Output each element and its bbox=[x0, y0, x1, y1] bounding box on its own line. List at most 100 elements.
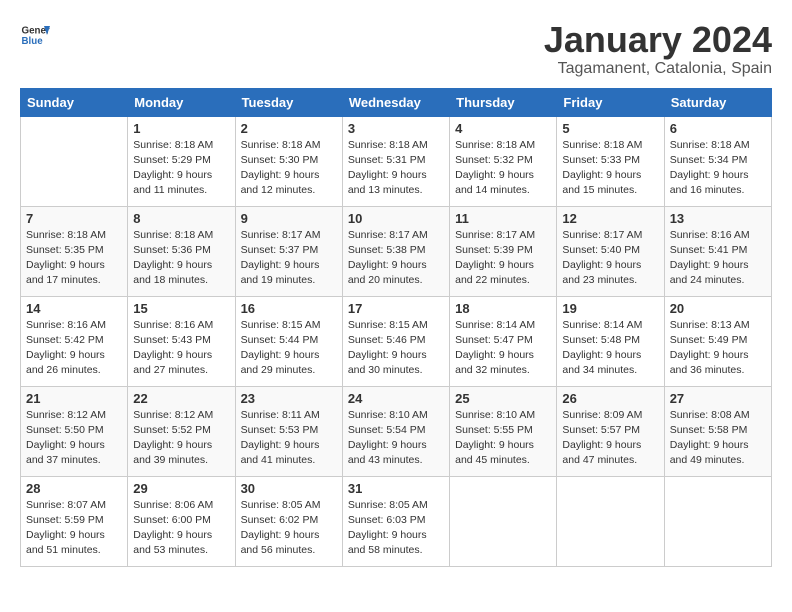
calendar-cell: 19 Sunrise: 8:14 AM Sunset: 5:48 PM Dayli… bbox=[557, 296, 664, 386]
day-info: Sunrise: 8:15 AM Sunset: 5:46 PM Dayligh… bbox=[348, 318, 444, 379]
day-number: 17 bbox=[348, 301, 444, 316]
calendar-cell: 23 Sunrise: 8:11 AM Sunset: 5:53 PM Dayli… bbox=[235, 386, 342, 476]
day-number: 18 bbox=[455, 301, 551, 316]
day-number: 2 bbox=[241, 121, 337, 136]
calendar-week-2: 7 Sunrise: 8:18 AM Sunset: 5:35 PM Daylig… bbox=[21, 206, 772, 296]
calendar-week-1: 1 Sunrise: 8:18 AM Sunset: 5:29 PM Daylig… bbox=[21, 116, 772, 206]
calendar-cell: 4 Sunrise: 8:18 AM Sunset: 5:32 PM Daylig… bbox=[450, 116, 557, 206]
day-number: 6 bbox=[670, 121, 766, 136]
calendar-header-row: SundayMondayTuesdayWednesdayThursdayFrid… bbox=[21, 88, 772, 116]
calendar-cell: 14 Sunrise: 8:16 AM Sunset: 5:42 PM Dayli… bbox=[21, 296, 128, 386]
day-number: 7 bbox=[26, 211, 122, 226]
calendar-cell: 3 Sunrise: 8:18 AM Sunset: 5:31 PM Daylig… bbox=[342, 116, 449, 206]
day-info: Sunrise: 8:18 AM Sunset: 5:31 PM Dayligh… bbox=[348, 138, 444, 199]
calendar-cell: 18 Sunrise: 8:14 AM Sunset: 5:47 PM Dayli… bbox=[450, 296, 557, 386]
calendar-cell: 26Sunrise: 8:09 AM Sunset: 5:57 PM Dayli… bbox=[557, 386, 664, 476]
page-header: General Blue January 2024 Tagamanent, Ca… bbox=[20, 20, 772, 78]
calendar-cell: 16 Sunrise: 8:15 AM Sunset: 5:44 PM Dayli… bbox=[235, 296, 342, 386]
day-info: Sunrise: 8:06 AM Sunset: 6:00 PM Dayligh… bbox=[133, 498, 229, 559]
day-info: Sunrise: 8:18 AM Sunset: 5:36 PM Dayligh… bbox=[133, 228, 229, 289]
calendar-cell: 20 Sunrise: 8:13 AM Sunset: 5:49 PM Dayli… bbox=[664, 296, 771, 386]
day-number: 10 bbox=[348, 211, 444, 226]
day-info: Sunrise: 8:18 AM Sunset: 5:29 PM Dayligh… bbox=[133, 138, 229, 199]
day-info: Sunrise: 8:17 AM Sunset: 5:38 PM Dayligh… bbox=[348, 228, 444, 289]
calendar-cell: 28Sunrise: 8:07 AM Sunset: 5:59 PM Dayli… bbox=[21, 476, 128, 566]
calendar-cell bbox=[557, 476, 664, 566]
day-info: Sunrise: 8:14 AM Sunset: 5:47 PM Dayligh… bbox=[455, 318, 551, 379]
header-friday: Friday bbox=[557, 88, 664, 116]
calendar-cell: 6 Sunrise: 8:18 AM Sunset: 5:34 PM Daylig… bbox=[664, 116, 771, 206]
calendar-cell: 17 Sunrise: 8:15 AM Sunset: 5:46 PM Dayli… bbox=[342, 296, 449, 386]
day-number: 14 bbox=[26, 301, 122, 316]
day-info: Sunrise: 8:16 AM Sunset: 5:42 PM Dayligh… bbox=[26, 318, 122, 379]
day-info: Sunrise: 8:15 AM Sunset: 5:44 PM Dayligh… bbox=[241, 318, 337, 379]
calendar-cell bbox=[450, 476, 557, 566]
calendar-cell: 12 Sunrise: 8:17 AM Sunset: 5:40 PM Dayli… bbox=[557, 206, 664, 296]
day-number: 4 bbox=[455, 121, 551, 136]
day-number: 11 bbox=[455, 211, 551, 226]
day-info: Sunrise: 8:07 AM Sunset: 5:59 PM Dayligh… bbox=[26, 498, 122, 559]
header-saturday: Saturday bbox=[664, 88, 771, 116]
calendar-week-5: 28Sunrise: 8:07 AM Sunset: 5:59 PM Dayli… bbox=[21, 476, 772, 566]
day-number: 16 bbox=[241, 301, 337, 316]
day-number: 22 bbox=[133, 391, 229, 406]
day-number: 24 bbox=[348, 391, 444, 406]
day-info: Sunrise: 8:16 AM Sunset: 5:41 PM Dayligh… bbox=[670, 228, 766, 289]
day-info: Sunrise: 8:13 AM Sunset: 5:49 PM Dayligh… bbox=[670, 318, 766, 379]
logo: General Blue bbox=[20, 20, 50, 50]
day-number: 29 bbox=[133, 481, 229, 496]
day-info: Sunrise: 8:11 AM Sunset: 5:53 PM Dayligh… bbox=[241, 408, 337, 469]
day-info: Sunrise: 8:17 AM Sunset: 5:37 PM Dayligh… bbox=[241, 228, 337, 289]
calendar-cell: 5Sunrise: 8:18 AM Sunset: 5:33 PM Daylig… bbox=[557, 116, 664, 206]
day-number: 1 bbox=[133, 121, 229, 136]
calendar-cell bbox=[664, 476, 771, 566]
title-area: January 2024 Tagamanent, Catalonia, Spai… bbox=[544, 20, 772, 78]
calendar-cell: 10 Sunrise: 8:17 AM Sunset: 5:38 PM Dayli… bbox=[342, 206, 449, 296]
day-number: 20 bbox=[670, 301, 766, 316]
day-number: 12 bbox=[562, 211, 658, 226]
day-info: Sunrise: 8:18 AM Sunset: 5:35 PM Dayligh… bbox=[26, 228, 122, 289]
header-thursday: Thursday bbox=[450, 88, 557, 116]
day-number: 23 bbox=[241, 391, 337, 406]
calendar-week-3: 14 Sunrise: 8:16 AM Sunset: 5:42 PM Dayli… bbox=[21, 296, 772, 386]
calendar-week-4: 21 Sunrise: 8:12 AM Sunset: 5:50 PM Dayli… bbox=[21, 386, 772, 476]
day-number: 21 bbox=[26, 391, 122, 406]
day-number: 26 bbox=[562, 391, 658, 406]
day-number: 3 bbox=[348, 121, 444, 136]
calendar-cell: 15Sunrise: 8:16 AM Sunset: 5:43 PM Dayli… bbox=[128, 296, 235, 386]
calendar-cell: 11 Sunrise: 8:17 AM Sunset: 5:39 PM Dayli… bbox=[450, 206, 557, 296]
day-number: 27 bbox=[670, 391, 766, 406]
svg-text:Blue: Blue bbox=[22, 36, 44, 47]
day-info: Sunrise: 8:14 AM Sunset: 5:48 PM Dayligh… bbox=[562, 318, 658, 379]
day-number: 19 bbox=[562, 301, 658, 316]
day-info: Sunrise: 8:18 AM Sunset: 5:30 PM Dayligh… bbox=[241, 138, 337, 199]
calendar-cell: 29 Sunrise: 8:06 AM Sunset: 6:00 PM Dayli… bbox=[128, 476, 235, 566]
calendar-cell: 25Sunrise: 8:10 AM Sunset: 5:55 PM Dayli… bbox=[450, 386, 557, 476]
header-tuesday: Tuesday bbox=[235, 88, 342, 116]
calendar-cell: 31Sunrise: 8:05 AM Sunset: 6:03 PM Dayli… bbox=[342, 476, 449, 566]
day-info: Sunrise: 8:12 AM Sunset: 5:50 PM Dayligh… bbox=[26, 408, 122, 469]
calendar-cell bbox=[21, 116, 128, 206]
day-info: Sunrise: 8:05 AM Sunset: 6:02 PM Dayligh… bbox=[241, 498, 337, 559]
calendar-cell: 24 Sunrise: 8:10 AM Sunset: 5:54 PM Dayli… bbox=[342, 386, 449, 476]
day-info: Sunrise: 8:18 AM Sunset: 5:33 PM Dayligh… bbox=[562, 138, 658, 199]
day-info: Sunrise: 8:18 AM Sunset: 5:34 PM Dayligh… bbox=[670, 138, 766, 199]
calendar-cell: 30Sunrise: 8:05 AM Sunset: 6:02 PM Dayli… bbox=[235, 476, 342, 566]
day-number: 25 bbox=[455, 391, 551, 406]
day-info: Sunrise: 8:05 AM Sunset: 6:03 PM Dayligh… bbox=[348, 498, 444, 559]
calendar-table: SundayMondayTuesdayWednesdayThursdayFrid… bbox=[20, 88, 772, 567]
calendar-cell: 22Sunrise: 8:12 AM Sunset: 5:52 PM Dayli… bbox=[128, 386, 235, 476]
day-info: Sunrise: 8:17 AM Sunset: 5:40 PM Dayligh… bbox=[562, 228, 658, 289]
calendar-cell: 7 Sunrise: 8:18 AM Sunset: 5:35 PM Daylig… bbox=[21, 206, 128, 296]
calendar-cell: 21 Sunrise: 8:12 AM Sunset: 5:50 PM Dayli… bbox=[21, 386, 128, 476]
day-number: 9 bbox=[241, 211, 337, 226]
header-wednesday: Wednesday bbox=[342, 88, 449, 116]
day-info: Sunrise: 8:17 AM Sunset: 5:39 PM Dayligh… bbox=[455, 228, 551, 289]
calendar-cell: 13Sunrise: 8:16 AM Sunset: 5:41 PM Dayli… bbox=[664, 206, 771, 296]
calendar-cell: 9 Sunrise: 8:17 AM Sunset: 5:37 PM Daylig… bbox=[235, 206, 342, 296]
header-sunday: Sunday bbox=[21, 88, 128, 116]
day-info: Sunrise: 8:18 AM Sunset: 5:32 PM Dayligh… bbox=[455, 138, 551, 199]
calendar-cell: 8Sunrise: 8:18 AM Sunset: 5:36 PM Daylig… bbox=[128, 206, 235, 296]
day-info: Sunrise: 8:10 AM Sunset: 5:54 PM Dayligh… bbox=[348, 408, 444, 469]
day-info: Sunrise: 8:16 AM Sunset: 5:43 PM Dayligh… bbox=[133, 318, 229, 379]
